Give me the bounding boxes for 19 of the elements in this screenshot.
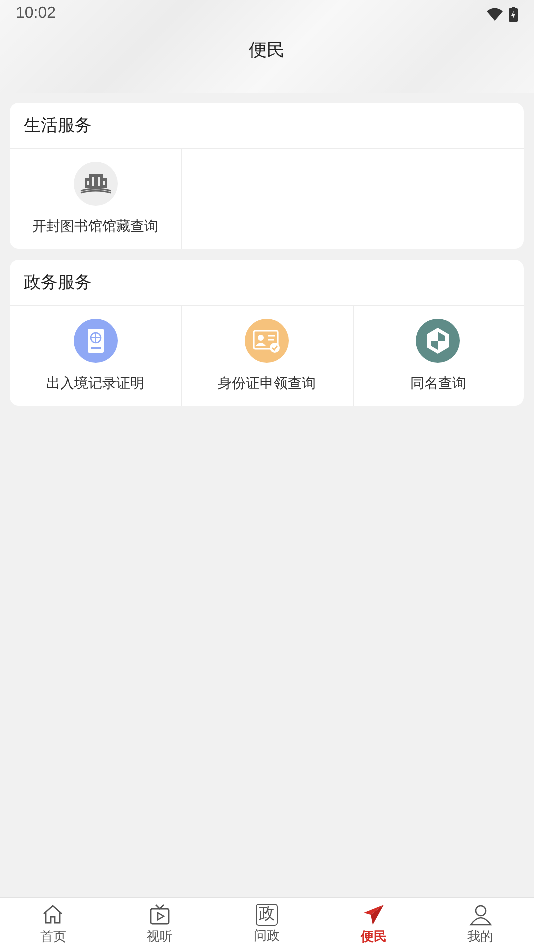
section-title: 政务服务 xyxy=(24,272,92,294)
plane-icon xyxy=(362,902,386,926)
battery-icon xyxy=(509,6,518,22)
text-icon: 政 xyxy=(256,904,278,926)
service-item[interactable]: 同名查询 xyxy=(410,375,466,393)
service-item[interactable]: 身份证申领查询 xyxy=(218,375,316,393)
tab-item[interactable]: 便民 xyxy=(320,898,428,950)
person-icon xyxy=(468,902,493,926)
tab-item[interactable]: 政 问政 xyxy=(214,898,320,950)
service-item[interactable]: 出入境记录证明 xyxy=(46,375,145,393)
tv-icon xyxy=(148,902,172,926)
section-title: 生活服务 xyxy=(24,115,92,137)
wifi-icon xyxy=(487,8,503,20)
tab-item[interactable]: 我的 xyxy=(427,898,534,950)
tab-item[interactable]: 首页 xyxy=(0,898,107,950)
status-time: 10:02 xyxy=(16,5,56,23)
tab-item[interactable]: 视听 xyxy=(106,898,214,950)
page-title: 便民 xyxy=(249,39,285,62)
service-item[interactable]: 开封图书馆馆藏查询 xyxy=(32,218,159,236)
